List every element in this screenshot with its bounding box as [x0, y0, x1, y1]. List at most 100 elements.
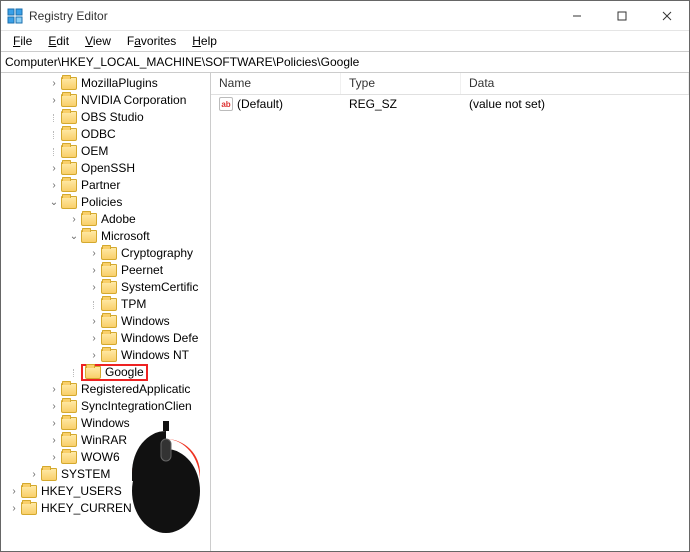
folder-icon — [85, 366, 101, 379]
tree-node[interactable]: ›RegisteredApplicatic — [1, 381, 210, 398]
cell-type: REG_SZ — [341, 97, 461, 111]
tree-node[interactable]: ›Windows Defe — [1, 330, 210, 347]
expand-icon[interactable]: › — [47, 398, 61, 415]
tree-node[interactable]: ›Windows NT — [1, 347, 210, 364]
expand-icon[interactable]: › — [87, 330, 101, 347]
tree-node[interactable]: ›Peernet — [1, 262, 210, 279]
tree-node[interactable]: ⌄Microsoft — [1, 228, 210, 245]
tree-node-label: HKEY_USERS — [41, 483, 122, 500]
expand-icon[interactable]: › — [27, 466, 41, 483]
tree-node[interactable]: ›Adobe — [1, 211, 210, 228]
tree-node[interactable]: › NVIDIA Corporation — [1, 92, 210, 109]
tree-node-label: SystemCertific — [121, 279, 198, 296]
expand-icon[interactable]: › — [87, 262, 101, 279]
folder-icon — [101, 332, 117, 345]
expand-icon[interactable]: › — [47, 415, 61, 432]
col-header-name[interactable]: Name — [211, 73, 341, 94]
col-header-type[interactable]: Type — [341, 73, 461, 94]
tree-node[interactable]: › Cryptography — [1, 245, 210, 262]
tree-node[interactable]: OBS Studio — [1, 109, 210, 126]
tree-node-label: Policies — [81, 194, 122, 211]
expand-icon[interactable]: › — [87, 347, 101, 364]
tree-node[interactable]: › HKEY_USERS — [1, 483, 210, 500]
folder-icon — [81, 230, 97, 243]
tree-node-label: OpenSSH — [81, 160, 135, 177]
expand-icon[interactable]: › — [47, 75, 61, 92]
tree-pane[interactable]: › MozillaPlugins › NVIDIA CorporationOBS St… — [1, 73, 211, 551]
tree-node[interactable]: › WinRAR — [1, 432, 210, 449]
tree-node-label: OEM — [81, 143, 108, 160]
window-title: Registry Editor — [29, 9, 108, 23]
expand-icon[interactable]: › — [47, 432, 61, 449]
folder-icon — [61, 94, 77, 107]
menu-edit[interactable]: Edit — [40, 32, 77, 50]
folder-icon — [61, 128, 77, 141]
address-bar[interactable]: Computer\HKEY_LOCAL_MACHINE\SOFTWARE\Pol… — [1, 51, 689, 73]
tree-node[interactable]: ODBC — [1, 126, 210, 143]
menu-help[interactable]: Help — [184, 32, 225, 50]
tree-node[interactable]: › SyncIntegrationClien — [1, 398, 210, 415]
menu-file[interactable]: File — [5, 32, 40, 50]
tree-node-label: MozillaPlugins — [81, 75, 158, 92]
maximize-button[interactable] — [599, 1, 644, 30]
tree-node-label: Windows — [121, 313, 170, 330]
tree-node[interactable]: ⌄ Policies — [1, 194, 210, 211]
expand-icon[interactable]: › — [47, 160, 61, 177]
tree-node[interactable]: › SystemCertific — [1, 279, 210, 296]
cell-name-text: (Default) — [237, 97, 283, 111]
tree-node-label: WinRAR — [81, 432, 127, 449]
menu-view[interactable]: View — [77, 32, 119, 50]
collapse-icon[interactable]: ⌄ — [67, 228, 81, 245]
tree-node[interactable]: ›HKEY_CURREN — [1, 500, 210, 517]
folder-icon — [21, 502, 37, 515]
folder-icon — [101, 315, 117, 328]
minimize-button[interactable] — [554, 1, 599, 30]
list-header: Name Type Data — [211, 73, 689, 95]
folder-icon — [101, 298, 117, 311]
col-header-data[interactable]: Data — [461, 73, 689, 94]
tree-node[interactable]: OEM — [1, 143, 210, 160]
tree-node-label: Google — [105, 364, 144, 381]
tree-node[interactable]: ›WOW6 — [1, 449, 210, 466]
folder-icon — [61, 417, 77, 430]
folder-icon — [61, 400, 77, 413]
cell-data: (value not set) — [461, 97, 689, 111]
expand-icon[interactable]: › — [47, 449, 61, 466]
close-button[interactable] — [644, 1, 689, 30]
expand-icon[interactable]: › — [47, 177, 61, 194]
expand-icon[interactable]: › — [47, 381, 61, 398]
menubar: File Edit View Favorites Help — [1, 31, 689, 51]
expand-icon[interactable]: › — [47, 92, 61, 109]
content-area: › MozillaPlugins › NVIDIA CorporationOBS St… — [1, 73, 689, 551]
tree-node[interactable]: TPM — [1, 296, 210, 313]
expand-icon[interactable]: › — [7, 500, 21, 517]
tree-node-label: TPM — [121, 296, 146, 313]
tree-node-label: Partner — [81, 177, 120, 194]
folder-icon — [61, 162, 77, 175]
tree-node-label: SyncIntegrationClien — [81, 398, 192, 415]
tree-node[interactable]: › Partner — [1, 177, 210, 194]
tree-node-label: Cryptography — [121, 245, 193, 262]
menu-favorites[interactable]: Favorites — [119, 32, 184, 50]
expand-icon[interactable]: › — [67, 211, 81, 228]
expand-icon[interactable]: › — [7, 483, 21, 500]
expand-icon[interactable]: › — [87, 245, 101, 262]
tree-node[interactable]: › MozillaPlugins — [1, 75, 210, 92]
tree-node[interactable]: ›Windows — [1, 415, 210, 432]
tree-node[interactable]: Google — [1, 364, 210, 381]
list-row[interactable]: ab(Default)REG_SZ(value not set) — [211, 95, 689, 113]
tree-node[interactable]: › Windows — [1, 313, 210, 330]
tree-node-label: NVIDIA Corporation — [81, 92, 186, 109]
folder-icon — [81, 213, 97, 226]
expand-icon[interactable]: › — [87, 313, 101, 330]
folder-icon — [101, 247, 117, 260]
folder-icon — [61, 196, 77, 209]
tree-node[interactable]: ›SYSTEM — [1, 466, 210, 483]
list-pane[interactable]: Name Type Data ab(Default)REG_SZ(value n… — [211, 73, 689, 551]
expand-icon[interactable]: › — [87, 279, 101, 296]
tree-node-label: OBS Studio — [81, 109, 144, 126]
tree-node[interactable]: › OpenSSH — [1, 160, 210, 177]
collapse-icon[interactable]: ⌄ — [47, 194, 61, 211]
cell-name: ab(Default) — [211, 97, 341, 112]
tree-node-highlight: Google — [81, 364, 148, 381]
